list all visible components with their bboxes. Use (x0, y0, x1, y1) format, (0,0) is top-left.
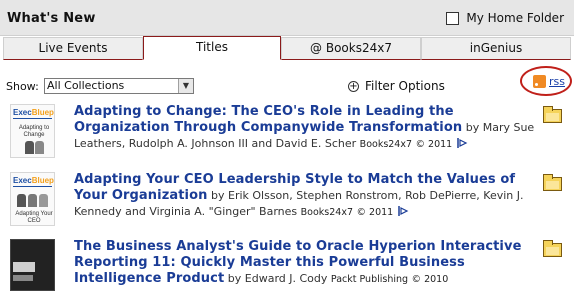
book-cover-image[interactable]: ExecBlueprints Adapting to Change (10, 104, 55, 158)
add-to-folder-icon[interactable] (543, 106, 562, 123)
item-year: © 2011 (415, 139, 453, 150)
cover-brand: ExecBlueprints (13, 108, 54, 117)
cover-brand: ExecBlueprints (13, 176, 54, 185)
rss-feed-icon (533, 75, 546, 88)
item-text: The Business Analyst's Guide to Oracle H… (74, 239, 538, 288)
item-title-link[interactable]: Adapting to Change: The CEO's Role in Le… (74, 104, 462, 135)
item-text: Adapting to Change: The CEO's Role in Le… (74, 104, 538, 153)
filter-toolbar: Show: All Collections ▼ + Filter Options (0, 75, 574, 99)
cover-caption: Adapting to Change (18, 125, 50, 138)
home-folder-checkbox[interactable] (446, 11, 460, 25)
item-publisher: Books24x7 (300, 207, 354, 218)
home-folder-label: My Home Folder (466, 11, 564, 25)
tab-titles[interactable]: Titles (143, 36, 281, 60)
tab-ingenius[interactable]: inGenius (421, 37, 571, 60)
item-text: Adapting Your CEO Leadership Style to Ma… (74, 172, 538, 221)
tab-bar: Live Events Titles @ Books24x7 inGenius (0, 36, 574, 60)
add-to-folder-icon[interactable] (543, 240, 562, 257)
book-cover-image[interactable]: ExecBlueprints Adapting Your CEO Leaders… (10, 172, 55, 226)
my-home-folder-toggle[interactable]: My Home Folder (446, 11, 564, 25)
cover-caption: Adapting Your CEO Leadership Style (15, 211, 53, 224)
panel-title: What's New (7, 11, 96, 26)
collection-select-value: All Collections (47, 79, 125, 92)
item-year: © 2010 (411, 274, 449, 285)
tab-books24x7[interactable]: @ Books24x7 (281, 37, 421, 60)
plus-circle-icon: + (348, 80, 359, 92)
add-to-folder-icon[interactable] (543, 174, 562, 191)
item-publisher: Packt Publishing (330, 274, 409, 285)
filter-options-label: Filter Options (365, 79, 445, 93)
show-label: Show: (6, 80, 39, 93)
tab-live-events[interactable]: Live Events (3, 37, 143, 60)
collection-select[interactable]: All Collections ▼ (44, 78, 194, 94)
item-authors: by Edward J. Cody (227, 272, 328, 285)
chevron-down-icon[interactable]: ▼ (178, 79, 193, 93)
navigate-arrow-icon[interactable] (456, 137, 468, 149)
filter-options-button[interactable]: + Filter Options (348, 79, 445, 93)
item-publisher: Books24x7 (359, 139, 413, 150)
panel-header: What's New My Home Folder (0, 0, 574, 36)
rss-label[interactable]: rss (549, 75, 565, 88)
book-cover-image[interactable] (10, 239, 55, 291)
rss-link[interactable]: rss (533, 75, 565, 88)
item-year: © 2011 (356, 207, 394, 218)
navigate-arrow-icon[interactable] (397, 205, 409, 217)
